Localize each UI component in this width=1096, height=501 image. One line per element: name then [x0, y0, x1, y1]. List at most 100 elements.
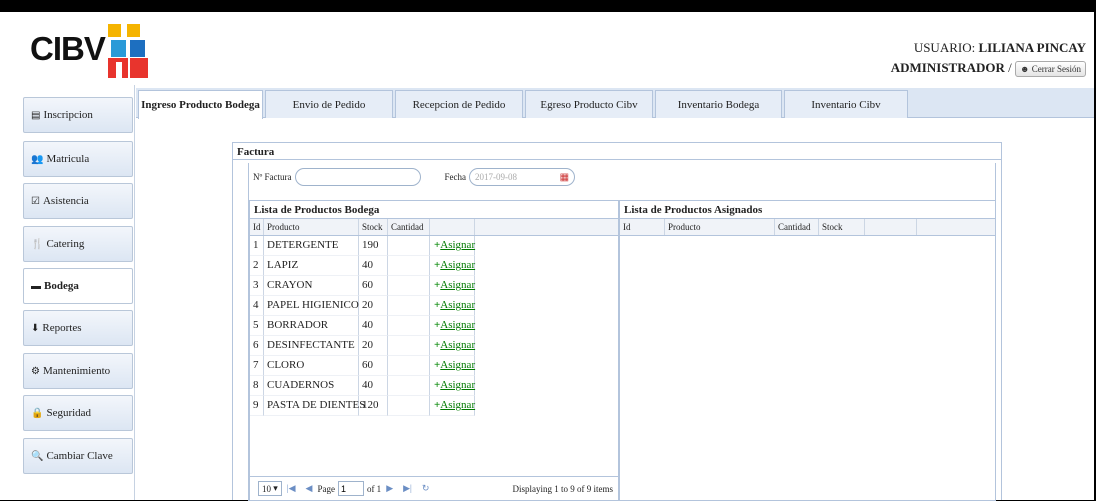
asignar-link[interactable]: Asignar	[440, 299, 475, 311]
asignar-link[interactable]: Asignar	[440, 379, 475, 391]
tab-inventario-bodega[interactable]: Inventario Bodega	[655, 90, 782, 118]
cell-cantidad[interactable]	[388, 296, 430, 316]
sidebar-item-label: Catering	[46, 238, 85, 250]
table-row[interactable]: 1 DETERGENTE 190 +Asignar	[250, 236, 618, 256]
productos-bodega-grid: Lista de Productos Bodega Id Producto St…	[249, 200, 619, 501]
asignar-link[interactable]: Asignar	[440, 279, 475, 291]
asignar-link[interactable]: Asignar	[440, 319, 475, 331]
table-row[interactable]: 7 CLORO 60 +Asignar	[250, 356, 618, 376]
sidebar-item-bodega[interactable]: ▬ Bodega	[23, 268, 133, 304]
sidebar-item-label: Bodega	[44, 280, 79, 292]
cell-producto: LAPIZ	[264, 256, 359, 276]
sidebar-item-label: Cambiar Clave	[46, 450, 113, 462]
table-row[interactable]: 2 LAPIZ 40 +Asignar	[250, 256, 618, 276]
cell-cantidad[interactable]	[388, 256, 430, 276]
prev-page-icon[interactable]: ◀	[306, 483, 313, 494]
cell-stock: 190	[359, 236, 388, 256]
column-header-stock[interactable]: Stock	[819, 219, 865, 235]
cell-id: 2	[250, 256, 264, 276]
sidebar-item-label: Reportes	[42, 322, 82, 334]
tab-recepcion-de-pedido[interactable]: Recepcion de Pedido	[395, 90, 523, 118]
asignar-link[interactable]: Asignar	[440, 359, 475, 371]
grid-header: Id Producto Stock Cantidad	[250, 219, 618, 236]
tab-label: Egreso Producto Cibv	[540, 98, 638, 111]
list-icon: ▤	[31, 109, 41, 121]
sidebar-item-label: Seguridad	[46, 407, 92, 419]
grid-header: Id Producto Cantidad Stock	[620, 219, 995, 236]
asignar-link[interactable]: Asignar	[440, 339, 475, 351]
sidebar-item-cambiar-clave[interactable]: 🔍 Cambiar Clave	[23, 438, 133, 474]
last-page-icon[interactable]: ▶|	[403, 483, 412, 494]
column-header-producto[interactable]: Producto	[665, 219, 775, 235]
cell-action: +Asignar	[430, 356, 475, 376]
table-row[interactable]: 3 CRAYON 60 +Asignar	[250, 276, 618, 296]
cell-id: 6	[250, 336, 264, 356]
cell-action: +Asignar	[430, 256, 475, 276]
factura-input[interactable]	[294, 168, 421, 186]
sidebar-item-matricula[interactable]: 👥 Matricula	[23, 141, 133, 177]
cell-id: 7	[250, 356, 264, 376]
cell-cantidad[interactable]	[388, 236, 430, 256]
key-search-icon: 🔍	[31, 450, 44, 462]
sidebar-item-asistencia[interactable]: ☑ Asistencia	[23, 183, 133, 219]
page-size-select[interactable]: 10 ▾	[258, 481, 282, 496]
cell-cantidad[interactable]	[388, 396, 430, 416]
calendar-icon[interactable]: ▦	[560, 172, 569, 183]
checkbox-icon: ☑	[31, 195, 40, 207]
cell-stock: 120	[359, 396, 388, 416]
tab-egreso-producto-cibv[interactable]: Egreso Producto Cibv	[525, 90, 653, 118]
asignar-link[interactable]: Asignar	[440, 399, 475, 411]
column-header-producto[interactable]: Producto	[264, 219, 359, 235]
cell-stock: 20	[359, 296, 388, 316]
cell-stock: 40	[359, 316, 388, 336]
column-header-cantidad[interactable]: Cantidad	[775, 219, 819, 235]
role-separator: /	[1008, 60, 1012, 75]
lock-icon: 🔒	[31, 407, 44, 419]
cell-cantidad[interactable]	[388, 276, 430, 296]
cell-stock: 60	[359, 356, 388, 376]
column-header-cantidad[interactable]: Cantidad	[388, 219, 430, 235]
sidebar-item-catering[interactable]: 🍴 Catering	[23, 226, 133, 262]
cell-cantidad[interactable]	[388, 356, 430, 376]
fecha-input[interactable]: 2017-09-08 ▦	[469, 168, 576, 186]
first-page-icon[interactable]: |◀	[287, 483, 296, 494]
grid-title: Lista de Productos Bodega	[250, 201, 618, 219]
column-header-id[interactable]: Id	[620, 219, 665, 235]
table-row[interactable]: 5 BORRADOR 40 +Asignar	[250, 316, 618, 336]
column-header-id[interactable]: Id	[250, 219, 264, 235]
tab-envio-de-pedido[interactable]: Envio de Pedido	[265, 90, 393, 118]
cell-stock: 60	[359, 276, 388, 296]
page-number-input[interactable]	[337, 481, 364, 496]
factura-label: Nº Factura	[253, 172, 292, 182]
table-row[interactable]: 4 PAPEL HIGIENICO 20 +Asignar	[250, 296, 618, 316]
cell-id: 3	[250, 276, 264, 296]
column-header-stock[interactable]: Stock	[359, 219, 388, 235]
column-header-action	[430, 219, 475, 235]
sidebar-item-mantenimiento[interactable]: ⚙ Mantenimiento	[23, 353, 133, 389]
cell-cantidad[interactable]	[388, 376, 430, 396]
sidebar-item-label: Mantenimiento	[42, 365, 111, 377]
table-row[interactable]: 9 PASTA DE DIENTES 120 +Asignar	[250, 396, 618, 416]
users-icon: 👥	[31, 153, 44, 165]
tab-label: Envio de Pedido	[292, 98, 366, 111]
cell-cantidad[interactable]	[388, 336, 430, 356]
sidebar-item-reportes[interactable]: ⬇ Reportes	[23, 310, 133, 346]
next-page-icon[interactable]: ▶	[386, 483, 393, 494]
refresh-icon[interactable]: ↻	[422, 483, 430, 494]
logo-text: CIBV	[30, 30, 106, 67]
user-info: USUARIO: LILIANA PINCAY ADMINISTRADOR / …	[891, 40, 1086, 81]
tab-inventario-cibv[interactable]: Inventario Cibv	[784, 90, 908, 118]
logout-button[interactable]: ☻ Cerrar Sesión	[1015, 61, 1086, 78]
table-row[interactable]: 8 CUADERNOS 40 +Asignar	[250, 376, 618, 396]
sidebar-item-seguridad[interactable]: 🔒 Seguridad	[23, 395, 133, 431]
cell-cantidad[interactable]	[388, 316, 430, 336]
cell-producto: CUADERNOS	[264, 376, 359, 396]
sidebar-item-inscripcion[interactable]: ▤ Inscripcion	[23, 97, 133, 133]
asignar-link[interactable]: Asignar	[440, 239, 475, 251]
tab-ingreso-producto-bodega[interactable]: Ingreso Producto Bodega	[138, 90, 263, 119]
factura-panel: Factura Nº Factura Fecha 2017-09-08 ▦ Lis…	[232, 142, 1002, 501]
cell-action: +Asignar	[430, 276, 475, 296]
cell-producto: CRAYON	[264, 276, 359, 296]
table-row[interactable]: 6 DESINFECTANTE 20 +Asignar	[250, 336, 618, 356]
asignar-link[interactable]: Asignar	[440, 259, 475, 271]
